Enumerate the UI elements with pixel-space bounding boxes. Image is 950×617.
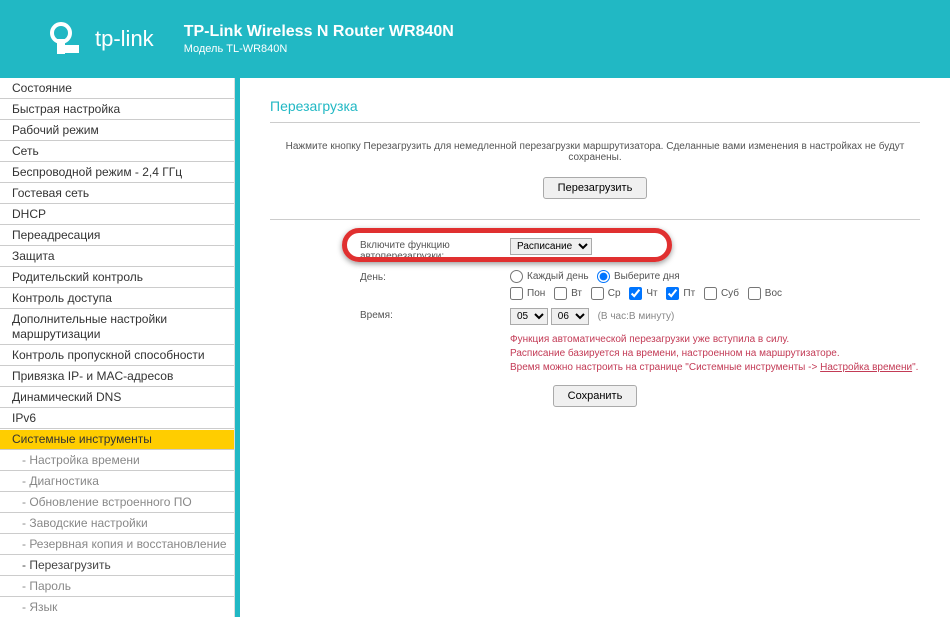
nav-sub-lang[interactable]: - Язык xyxy=(0,597,234,617)
sidebar: Состояние Быстрая настройка Рабочий режи… xyxy=(0,78,235,617)
nav-op-mode[interactable]: Рабочий режим xyxy=(0,120,234,141)
info-text: Нажмите кнопку Перезагрузить для немедле… xyxy=(270,141,920,163)
day-fri[interactable] xyxy=(666,287,679,300)
nav-routing[interactable]: Дополнительные настройки маршрутизации xyxy=(0,309,234,345)
day-label: День: xyxy=(360,270,510,283)
time-settings-link[interactable]: Настройка времени xyxy=(820,362,912,373)
app-header: tp-link TP-Link Wireless N Router WR840N… xyxy=(0,0,950,78)
nav-ddns[interactable]: Динамический DNS xyxy=(0,387,234,408)
day-wed[interactable] xyxy=(591,287,604,300)
hr xyxy=(270,122,920,123)
day-tue[interactable] xyxy=(554,287,567,300)
time-label: Время: xyxy=(360,308,510,321)
warning-block: Функция автоматической перезагрузки уже … xyxy=(510,333,920,375)
nav-sub-factory[interactable]: - Заводские настройки xyxy=(0,513,234,534)
nav-forwarding[interactable]: Переадресация xyxy=(0,225,234,246)
autoreboot-label: Включите функцию автоперезагрузки: xyxy=(360,238,510,262)
nav-sub-reboot[interactable]: - Перезагрузить xyxy=(0,555,234,576)
nav-sub-firmware[interactable]: - Обновление встроенного ПО xyxy=(0,492,234,513)
reboot-button[interactable]: Перезагрузить xyxy=(543,177,648,199)
nav-systools[interactable]: Системные инструменты xyxy=(0,429,234,450)
nav-guest[interactable]: Гостевая сеть xyxy=(0,183,234,204)
nav-wireless[interactable]: Беспроводной режим - 2,4 ГГц xyxy=(0,162,234,183)
nav-sub-diag[interactable]: - Диагностика xyxy=(0,471,234,492)
page-title: Перезагрузка xyxy=(270,98,920,114)
nav-parental[interactable]: Родительский контроль xyxy=(0,267,234,288)
day-thu[interactable] xyxy=(629,287,642,300)
nav-status[interactable]: Состояние xyxy=(0,78,234,99)
nav-network[interactable]: Сеть xyxy=(0,141,234,162)
day-sat[interactable] xyxy=(704,287,717,300)
hr2 xyxy=(270,219,920,220)
day-sun[interactable] xyxy=(748,287,761,300)
nav-security[interactable]: Защита xyxy=(0,246,234,267)
nav-bandwidth[interactable]: Контроль пропускной способности xyxy=(0,345,234,366)
brand-text: tp-link xyxy=(95,26,154,52)
nav-ipv6[interactable]: IPv6 xyxy=(0,408,234,429)
product-title: TP-Link Wireless N Router WR840N xyxy=(184,23,454,41)
day-mon[interactable] xyxy=(510,287,523,300)
nav-sub-password[interactable]: - Пароль xyxy=(0,576,234,597)
nav-ipmac[interactable]: Привязка IP- и MAC-адресов xyxy=(0,366,234,387)
product-model: Модель TL-WR840N xyxy=(184,43,454,55)
time-hint: (В час:В минуту) xyxy=(598,311,675,322)
minute-select[interactable]: 06 xyxy=(551,308,589,325)
nav-sub-backup[interactable]: - Резервная копия и восстановление xyxy=(0,534,234,555)
everyday-radio[interactable] xyxy=(510,270,523,283)
content: Перезагрузка Нажмите кнопку Перезагрузит… xyxy=(240,78,950,617)
hour-select[interactable]: 05 xyxy=(510,308,548,325)
choosedays-radio[interactable] xyxy=(597,270,610,283)
nav-quick-setup[interactable]: Быстрая настройка xyxy=(0,99,234,120)
nav-dhcp[interactable]: DHCP xyxy=(0,204,234,225)
save-button[interactable]: Сохранить xyxy=(553,385,638,407)
tplink-logo-icon xyxy=(45,19,85,59)
brand-logo: tp-link xyxy=(45,19,154,59)
nav-access[interactable]: Контроль доступа xyxy=(0,288,234,309)
autoreboot-select[interactable]: Расписание xyxy=(510,238,592,255)
nav-sub-time[interactable]: - Настройка времени xyxy=(0,450,234,471)
